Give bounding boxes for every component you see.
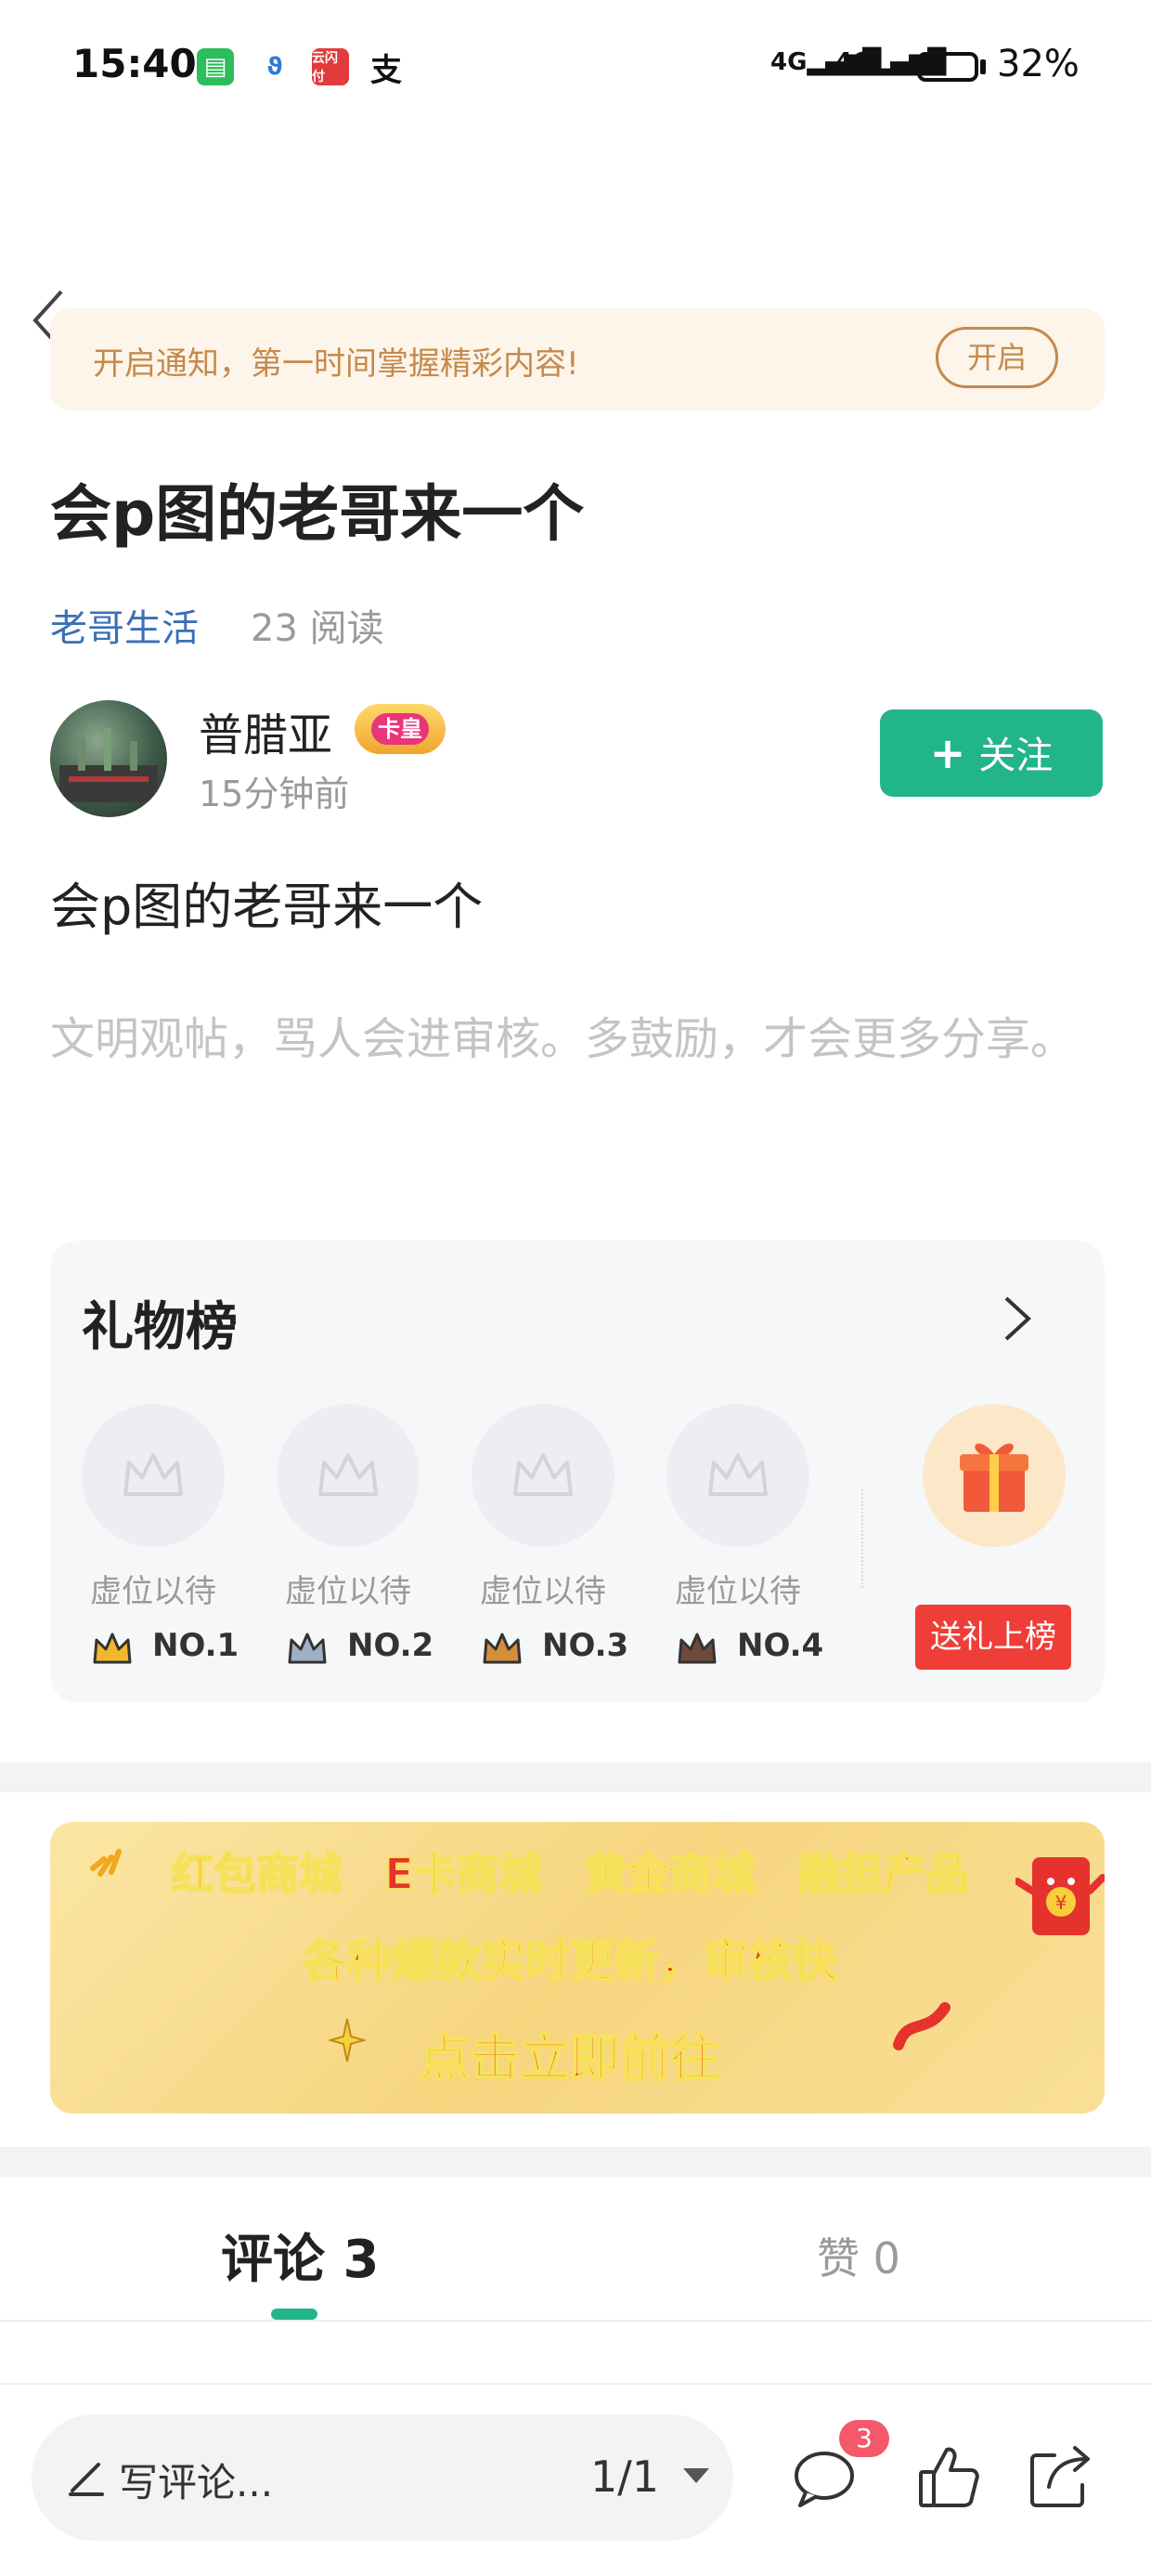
message-app-icon: ▤ xyxy=(197,48,234,85)
gift-seat-label: 虚位以待 xyxy=(480,1573,606,1610)
tab-likes[interactable]: 赞 0 xyxy=(817,2225,900,2286)
enable-notification-button[interactable]: 开启 xyxy=(936,327,1058,388)
status-bar: 15:40 ▤ ϑ 云闪付 支 4G▂▄▆█ 4G▂▄▆█ 32% xyxy=(0,0,1151,139)
status-time: 15:40 xyxy=(72,41,197,86)
notification-banner-text: 开启通知，第一时间掌握精彩内容! xyxy=(93,345,579,383)
section-separator xyxy=(0,2147,1151,2177)
crown-bronze-icon xyxy=(483,1633,522,1664)
nav-bar xyxy=(0,139,1151,351)
crown-silver-icon xyxy=(288,1633,327,1664)
pencil-icon xyxy=(69,2463,104,2496)
alipay-icon: 支 xyxy=(370,51,402,89)
gift-seat-2 xyxy=(277,1404,420,1547)
crown-placeholder-icon xyxy=(513,1453,573,1496)
comment-count-badge: 3 xyxy=(839,2420,889,2457)
crown-placeholder-icon xyxy=(318,1453,378,1496)
follow-button[interactable]: + 关注 xyxy=(880,709,1103,797)
thumbs-up-icon[interactable] xyxy=(915,2442,982,2511)
gift-seat-3 xyxy=(472,1404,614,1547)
gift-seat-label: 虚位以待 xyxy=(90,1573,216,1610)
send-gift-button[interactable]: 送礼上榜 xyxy=(915,1605,1071,1670)
tab-divider xyxy=(0,2320,1151,2322)
active-tab-indicator xyxy=(271,2309,317,2320)
post-category-link[interactable]: 老哥生活 xyxy=(50,598,199,652)
cloud-pay-icon: 云闪付 xyxy=(312,48,349,85)
gift-seat-4 xyxy=(666,1404,809,1547)
gift-divider xyxy=(861,1490,865,1588)
gift-seat-rank: NO.1 xyxy=(152,1627,239,1664)
crown-placeholder-icon xyxy=(708,1453,768,1496)
promo-banner[interactable]: 红包商城 E卡商城 黄金商城 融担产品 各种爆款实时更新，审核快 点击立即前往 … xyxy=(50,1822,1105,2114)
battery-tip xyxy=(980,59,986,74)
post-content: 会p图的老哥来一个 xyxy=(50,878,484,936)
battery-icon xyxy=(917,52,978,82)
page-indicator[interactable]: 1/1 xyxy=(590,2452,659,2502)
chevron-right-icon[interactable] xyxy=(1001,1295,1034,1343)
gift-box-icon xyxy=(960,1443,1028,1512)
plus-icon: + xyxy=(929,728,966,778)
comment-policy-hint: 文明观帖，骂人会进审核。多鼓励，才会更多分享。 xyxy=(50,1013,1076,1065)
author-name[interactable]: 普腊亚 xyxy=(199,698,332,763)
crown-placeholder-icon xyxy=(123,1453,183,1496)
promo-line-1: 红包商城 E卡商城 黄金商城 融担产品 xyxy=(170,1848,969,1900)
share-icon[interactable] xyxy=(1027,2442,1095,2511)
section-separator xyxy=(0,1763,1151,1792)
gift-seat-label: 虚位以待 xyxy=(285,1573,411,1610)
crown-dark-icon xyxy=(678,1633,717,1664)
post-read-count: 23 阅读 xyxy=(251,607,384,650)
author-avatar[interactable] xyxy=(50,700,167,817)
red-envelope-mascot-icon: ¥ xyxy=(1015,1857,1105,1935)
ribbon-icon xyxy=(893,2002,951,2050)
tab-comments[interactable]: 评论 3 xyxy=(221,2218,379,2293)
vip-badge: 卡皇 xyxy=(355,704,446,754)
battery-percent: 32% xyxy=(997,43,1080,85)
svg-text:¥: ¥ xyxy=(1055,1892,1067,1914)
caret-down-icon[interactable] xyxy=(679,2465,713,2487)
comment-input-placeholder: 写评论... xyxy=(119,2460,274,2505)
gift-seat-1 xyxy=(82,1404,225,1547)
gift-board-title: 礼物榜 xyxy=(82,1297,238,1358)
post-title: 会p图的老哥来一个 xyxy=(50,478,585,550)
gift-seat-rank: NO.4 xyxy=(737,1627,824,1664)
telecom-app-icon: ϑ xyxy=(266,53,283,81)
post-time: 15分钟前 xyxy=(199,774,350,814)
gift-button[interactable] xyxy=(923,1404,1066,1547)
gift-seat-label: 虚位以待 xyxy=(675,1573,801,1610)
promo-line-2: 各种爆款实时更新，审核快 xyxy=(302,1934,838,1988)
crown-gold-icon xyxy=(93,1633,132,1664)
gift-seat-rank: NO.3 xyxy=(542,1627,629,1664)
gift-seat-rank: NO.2 xyxy=(347,1627,434,1664)
